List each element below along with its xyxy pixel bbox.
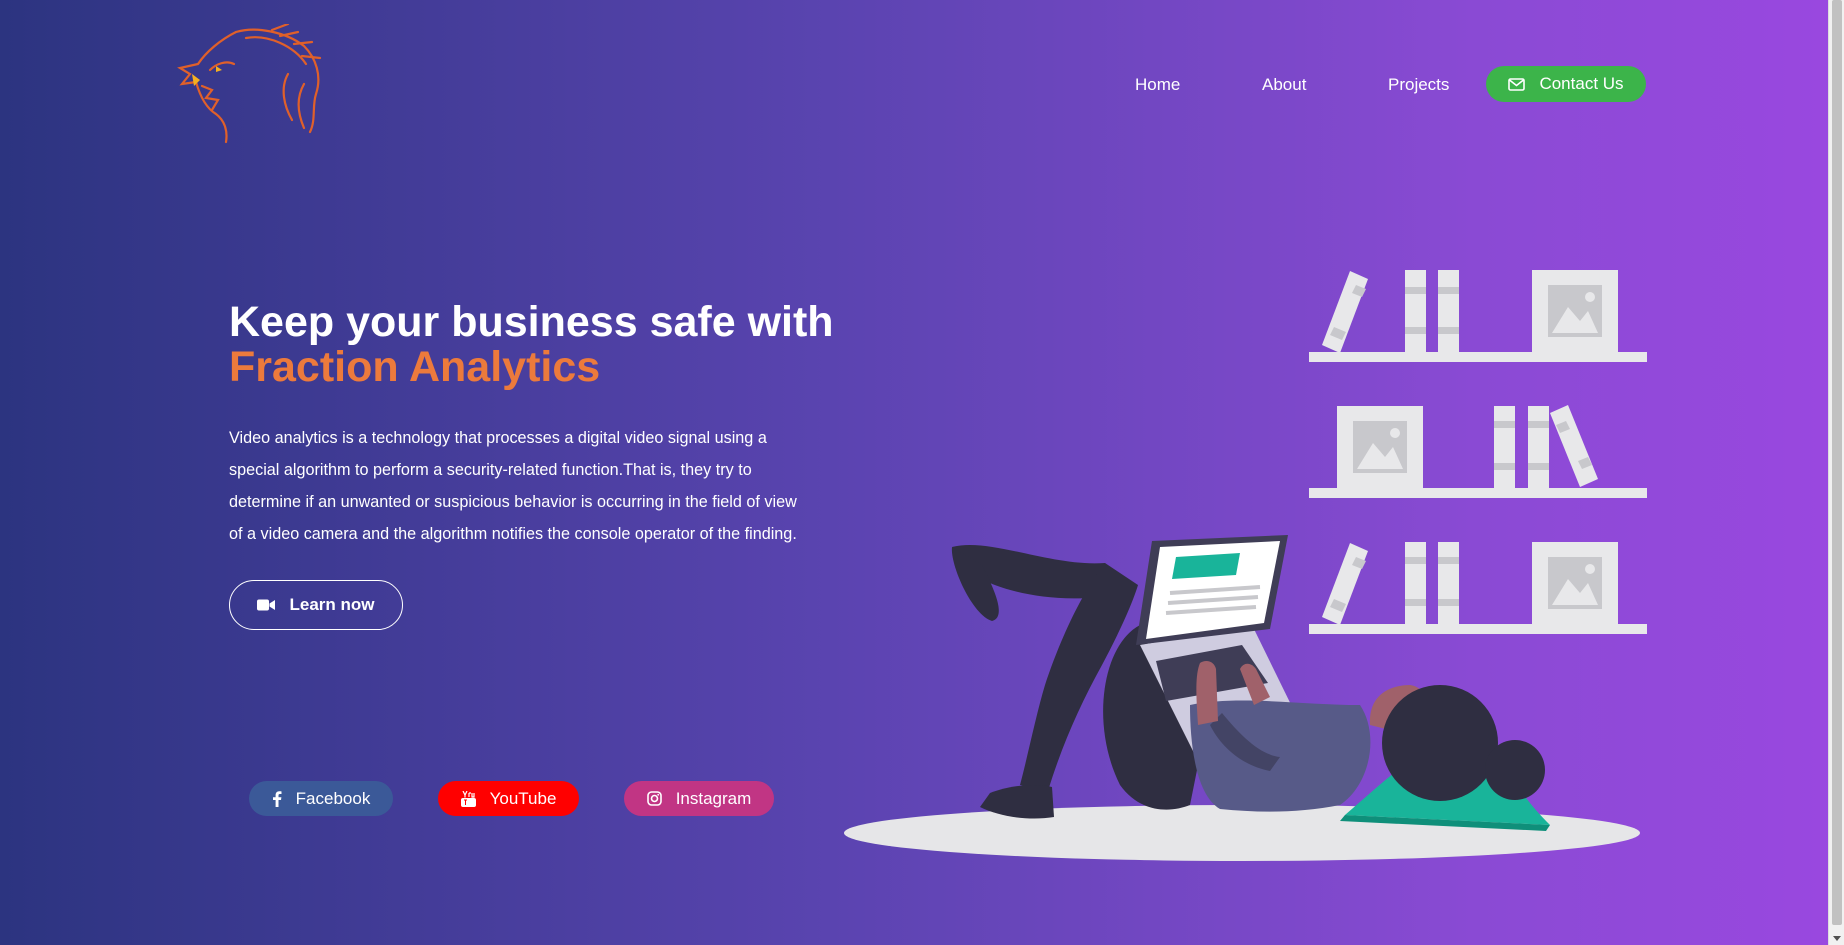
scroll-down-arrow-icon[interactable]: [1833, 936, 1841, 941]
instagram-label: Instagram: [675, 788, 752, 808]
nav-home[interactable]: Home: [1135, 75, 1180, 95]
nav-projects[interactable]: Projects: [1388, 75, 1449, 95]
bookshelf-top: [1309, 270, 1647, 362]
youtube-button[interactable]: YouTube: [438, 781, 579, 816]
hero-title: Keep your business safe with Fraction An…: [229, 300, 834, 390]
bookshelf-bottom: [1309, 542, 1647, 634]
facebook-icon: [272, 790, 282, 807]
hero-title-line1: Keep your business safe with: [229, 298, 834, 346]
youtube-icon: [460, 790, 476, 807]
learn-now-button[interactable]: Learn now: [229, 580, 403, 630]
scrollbar-thumb[interactable]: [1832, 0, 1842, 925]
envelope-icon: [1508, 77, 1526, 91]
hero-description: Video analytics is a technology that pro…: [229, 429, 797, 543]
page-scrollbar[interactable]: [1828, 0, 1844, 945]
nav-about[interactable]: About: [1262, 75, 1306, 95]
learn-now-label: Learn now: [289, 595, 375, 614]
instagram-button[interactable]: Instagram: [624, 781, 774, 816]
hero-title-brand: Fraction Analytics: [229, 343, 601, 391]
video-camera-icon: [257, 599, 276, 611]
contact-us-label: Contact Us: [1539, 74, 1624, 93]
youtube-label: YouTube: [489, 788, 557, 808]
bookshelf-middle: [1309, 405, 1647, 498]
facebook-button[interactable]: Facebook: [249, 781, 393, 816]
instagram-icon: [646, 791, 662, 806]
facebook-label: Facebook: [295, 788, 371, 808]
woman-reading-laptop-illustration: [844, 270, 1647, 861]
contact-us-button[interactable]: Contact Us: [1486, 66, 1646, 102]
